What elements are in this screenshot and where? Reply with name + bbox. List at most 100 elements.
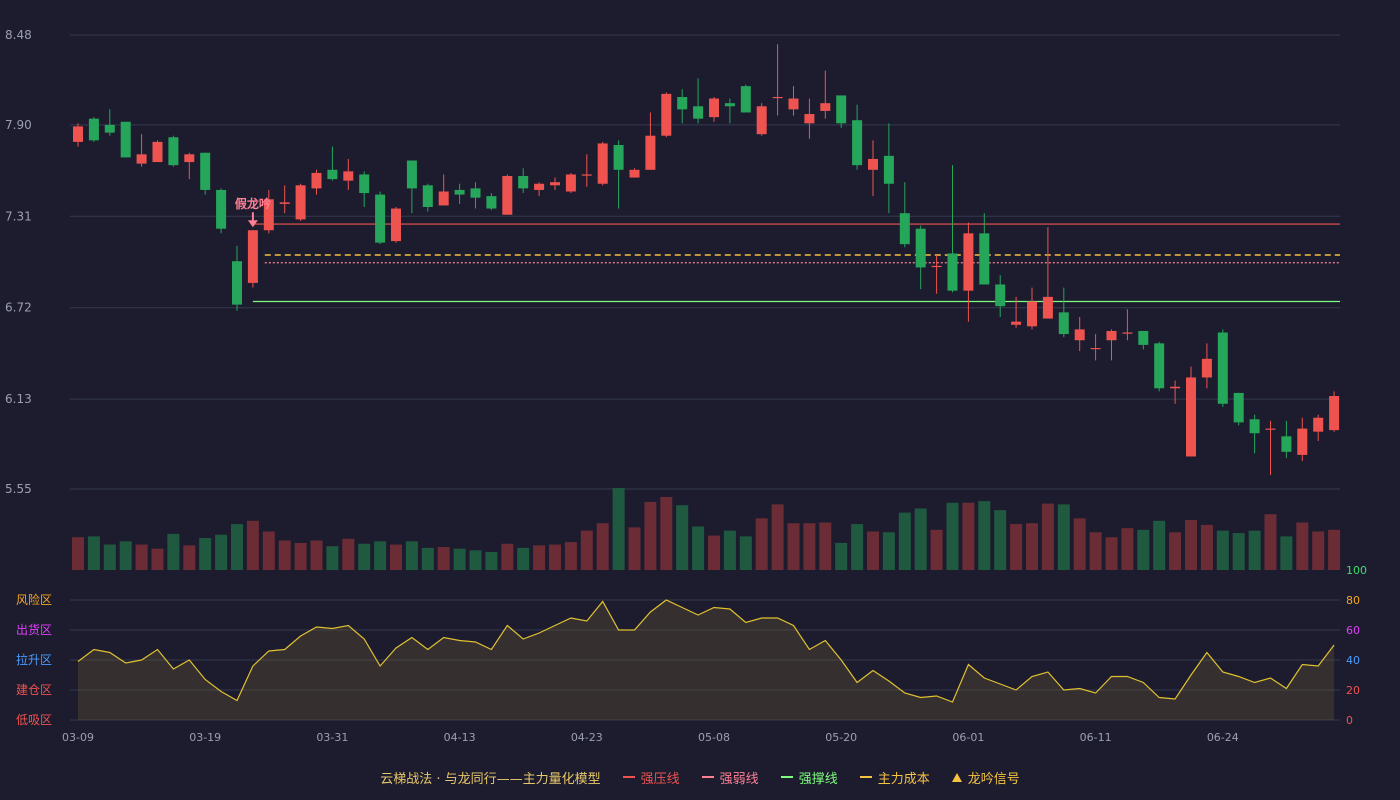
candle-body bbox=[168, 137, 179, 166]
candle-body bbox=[820, 103, 831, 111]
volume-bar bbox=[580, 530, 593, 570]
volume-bar bbox=[135, 544, 148, 570]
legend-item-support[interactable]: 强撑线 bbox=[780, 768, 838, 787]
volume-bar bbox=[72, 537, 84, 570]
oscillator-panel bbox=[70, 599, 1340, 721]
volume-bar bbox=[421, 547, 434, 570]
volume-bar bbox=[1073, 518, 1086, 570]
volume-bar bbox=[755, 518, 768, 570]
candle-body bbox=[836, 95, 847, 124]
volume-bar bbox=[596, 523, 609, 570]
candle-body bbox=[1058, 312, 1069, 335]
candle-body bbox=[470, 188, 481, 198]
candle-body bbox=[963, 233, 974, 291]
volume-bar bbox=[676, 505, 689, 570]
volume-bar bbox=[151, 548, 164, 570]
volume-bar bbox=[835, 542, 848, 570]
volume-bar bbox=[501, 543, 514, 570]
candle-body bbox=[1249, 419, 1260, 434]
candle-body bbox=[88, 118, 99, 141]
legend-label: 龙吟信号 bbox=[967, 771, 1020, 787]
candle-body bbox=[581, 174, 592, 176]
legend-item-main-cost[interactable]: 主力成本 bbox=[859, 768, 930, 787]
candle-body bbox=[200, 152, 211, 190]
volume-bar bbox=[930, 529, 943, 570]
candle-body bbox=[534, 183, 545, 190]
candle-body bbox=[550, 182, 560, 186]
x-tick-label: 03-19 bbox=[189, 731, 221, 744]
volume-bar bbox=[167, 533, 180, 570]
price-tick-label: 5.55 bbox=[5, 482, 32, 496]
volume-bar bbox=[1280, 536, 1293, 570]
legend-swatch bbox=[701, 776, 714, 778]
candle-body bbox=[1201, 358, 1212, 378]
x-tick-label: 06-01 bbox=[952, 731, 984, 744]
legend-label: 主力成本 bbox=[877, 771, 930, 787]
candle-body bbox=[1265, 428, 1276, 430]
oscillator-tick-label: 0 bbox=[1346, 714, 1353, 727]
oscillator-zone-label: 低吸区 bbox=[16, 713, 52, 727]
volume-bar bbox=[119, 541, 132, 570]
candle-body bbox=[279, 202, 290, 204]
candle-body bbox=[247, 230, 258, 283]
candle-body bbox=[565, 174, 576, 192]
x-tick-label: 03-09 bbox=[62, 731, 94, 744]
volume-bar bbox=[1248, 530, 1261, 570]
candle-body bbox=[772, 96, 783, 99]
candle-body bbox=[1186, 377, 1196, 457]
legend-item-signal[interactable]: 龙吟信号 bbox=[951, 768, 1020, 787]
volume-bar bbox=[199, 538, 212, 570]
volume-bar bbox=[628, 527, 641, 570]
candle-body bbox=[152, 141, 163, 163]
level-lines bbox=[252, 223, 1340, 303]
candle-body bbox=[1011, 321, 1022, 325]
candle-body bbox=[1122, 332, 1133, 334]
x-tick-label: 06-24 bbox=[1207, 731, 1239, 744]
oscillator-tick-label: 80 bbox=[1346, 594, 1360, 607]
candle-body bbox=[73, 126, 83, 142]
legend-swatch bbox=[780, 776, 793, 778]
volume-bar bbox=[1089, 532, 1102, 570]
volume-bar bbox=[1232, 533, 1245, 570]
legend-title: 云梯战法 · 与龙同行——主力量化模型 bbox=[380, 771, 601, 787]
volume-bar bbox=[326, 546, 339, 570]
candle-body bbox=[661, 93, 672, 136]
legend-item-strong-weak[interactable]: 强弱线 bbox=[701, 768, 759, 787]
oscillator-zone-label: 出货区 bbox=[16, 622, 52, 637]
volume-bar bbox=[246, 520, 259, 570]
candle-body bbox=[629, 169, 640, 178]
volume-bar bbox=[1169, 532, 1182, 570]
volume-bar bbox=[358, 543, 371, 570]
candle-body bbox=[295, 185, 306, 220]
volume-bar bbox=[533, 545, 546, 570]
legend-label: 强弱线 bbox=[719, 771, 759, 787]
candle-body bbox=[947, 253, 958, 291]
volume-bars bbox=[72, 488, 1341, 570]
volume-bar bbox=[1264, 514, 1277, 570]
volume-bar bbox=[660, 497, 673, 570]
candle-body bbox=[1297, 428, 1308, 455]
candle-body bbox=[677, 96, 688, 110]
oscillator-zone-label: 拉升区 bbox=[16, 652, 52, 667]
candle-body bbox=[232, 261, 242, 305]
price-tick-label: 8.48 bbox=[5, 28, 32, 42]
candle-body bbox=[375, 194, 386, 243]
x-tick-label: 05-08 bbox=[698, 731, 730, 744]
candle-body bbox=[1090, 347, 1101, 350]
oscillator-zone-label: 风险区 bbox=[16, 592, 52, 607]
grid bbox=[70, 34, 1340, 490]
candle-body bbox=[899, 213, 910, 245]
candle-body bbox=[502, 176, 513, 215]
volume-bar bbox=[708, 535, 720, 570]
candle-body bbox=[311, 172, 322, 189]
x-tick-label: 05-20 bbox=[825, 731, 857, 744]
volume-bar bbox=[485, 551, 498, 570]
volume-bar bbox=[692, 526, 705, 570]
price-tick-label: 7.31 bbox=[5, 209, 32, 223]
volume-bar bbox=[405, 541, 418, 570]
candle-body bbox=[391, 208, 401, 242]
candle-body bbox=[486, 196, 497, 209]
price-tick-label: 6.13 bbox=[5, 392, 32, 406]
legend-item-strong-pressure[interactable]: 强压线 bbox=[622, 768, 680, 787]
volume-bar bbox=[946, 502, 959, 570]
